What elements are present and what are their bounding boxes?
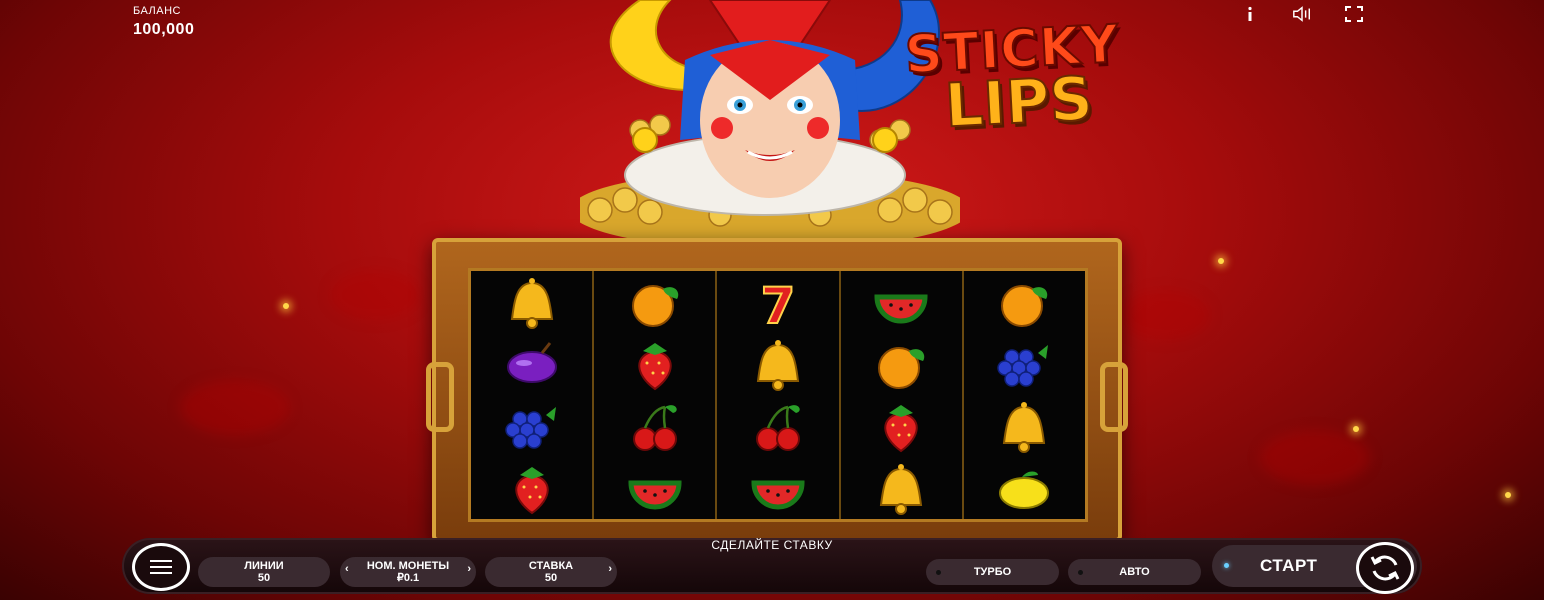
seven-symbol: 7 xyxy=(717,271,838,333)
plum-symbol xyxy=(471,333,592,395)
coin-increase-arrow[interactable]: › xyxy=(467,563,471,575)
svg-text:7: 7 xyxy=(761,277,796,331)
lines-control[interactable]: ЛИНИИ 50 xyxy=(198,557,330,587)
top-toolbar xyxy=(1240,4,1364,24)
cherries-symbol xyxy=(594,395,715,457)
watermelon-symbol xyxy=(594,457,715,519)
reel-3: 7 xyxy=(717,271,841,519)
auto-indicator xyxy=(1078,569,1083,575)
watermelon-symbol xyxy=(841,271,962,333)
jester-illustration xyxy=(580,0,960,240)
spin-icon xyxy=(1370,555,1400,581)
grapes-symbol xyxy=(964,333,1085,395)
bet-value: 50 xyxy=(544,572,558,584)
spin-button[interactable] xyxy=(1356,542,1414,594)
info-icon[interactable] xyxy=(1240,4,1260,24)
watermelon-symbol xyxy=(717,457,838,519)
bell-symbol xyxy=(717,333,838,395)
reel-1 xyxy=(471,271,595,519)
reel-grid: 7 xyxy=(468,268,1088,522)
bet-increase-arrow[interactable]: › xyxy=(608,563,612,575)
bet-label: СТАВКА xyxy=(528,560,574,572)
background-lips xyxy=(180,380,290,435)
balance-value: 100,000 xyxy=(133,21,195,38)
menu-button[interactable] xyxy=(132,543,190,591)
sparkle xyxy=(1353,426,1359,432)
reel-2 xyxy=(594,271,718,519)
strawberry-symbol xyxy=(594,333,715,395)
bell-symbol xyxy=(841,457,962,519)
turbo-toggle[interactable]: ТУРБО xyxy=(926,559,1059,585)
lines-value: 50 xyxy=(257,572,271,584)
grapes-symbol xyxy=(471,395,592,457)
menu-icon-bar xyxy=(150,572,172,574)
start-label: СТАРТ xyxy=(1260,556,1318,575)
balance-display: БАЛАНС 100,000 xyxy=(133,5,194,39)
lines-label: ЛИНИИ xyxy=(244,560,284,572)
reel-5 xyxy=(964,271,1085,519)
chest-handle-right xyxy=(1100,362,1128,432)
background-lips xyxy=(1260,430,1370,485)
auto-label: АВТО xyxy=(1119,566,1150,578)
orange-symbol xyxy=(594,271,715,333)
background-lips xyxy=(330,270,420,320)
sound-icon[interactable] xyxy=(1292,4,1312,24)
auto-toggle[interactable]: АВТО xyxy=(1068,559,1201,585)
strawberry-symbol xyxy=(471,457,592,519)
logo-line2: LIPS xyxy=(942,63,1095,143)
bell-symbol xyxy=(471,271,592,333)
game-logo: STICKY LIPS xyxy=(903,13,1122,142)
chest-handle-left xyxy=(426,362,454,432)
cherries-symbol xyxy=(717,395,838,457)
turbo-label: ТУРБО xyxy=(973,566,1012,578)
coin-decrease-arrow[interactable]: ‹ xyxy=(345,563,349,575)
strawberry-symbol xyxy=(841,395,962,457)
coin-label: НОМ. МОНЕТЫ xyxy=(366,560,450,572)
background-lips xyxy=(1120,290,1210,340)
turbo-indicator xyxy=(936,569,941,575)
sparkle xyxy=(1218,258,1224,264)
orange-symbol xyxy=(964,271,1085,333)
reel-4 xyxy=(841,271,964,519)
bet-control: СТАВКА 50 › xyxy=(485,557,617,587)
coin-value: ₽0.1 xyxy=(396,572,420,584)
lemon-symbol xyxy=(964,457,1085,519)
sparkle xyxy=(1505,492,1511,498)
sparkle xyxy=(283,303,289,309)
treasure-chest: 7 xyxy=(426,238,1128,542)
menu-icon xyxy=(150,560,172,562)
start-indicator xyxy=(1224,563,1229,568)
balance-label: БАЛАНС xyxy=(133,5,181,17)
orange-symbol xyxy=(841,333,962,395)
fullscreen-icon[interactable] xyxy=(1344,4,1364,24)
coin-value-control: ‹ НОМ. МОНЕТЫ ₽0.1 › xyxy=(340,557,476,587)
bell-symbol xyxy=(964,395,1085,457)
menu-icon-bar xyxy=(150,566,172,568)
